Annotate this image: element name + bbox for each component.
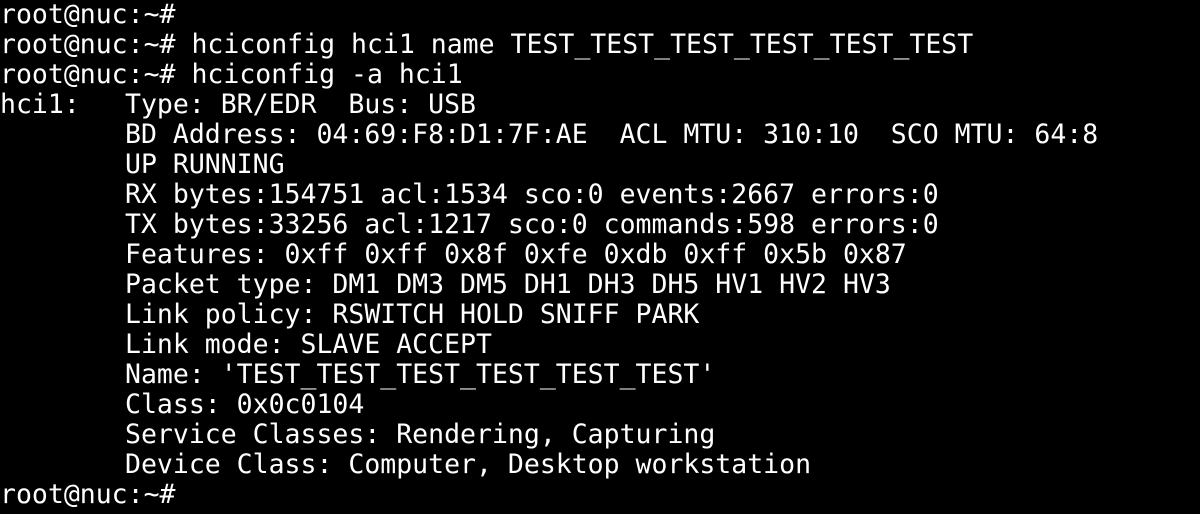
output-text: Packet type: DM1 DM3 DM5 DH1 DH3 DH5 HV1… xyxy=(125,270,891,300)
output-text: Class: 0x0c0104 xyxy=(125,390,365,420)
command-line: root@nuc:~# hciconfig -a hci1 xyxy=(0,60,1200,90)
output-line: Service Classes: Rendering, Capturing xyxy=(0,420,1200,450)
output-line: UP RUNNING xyxy=(0,150,1200,180)
output-line: RX bytes:154751 acl:1534 sco:0 events:26… xyxy=(0,180,1200,210)
command-text: root@nuc:~# hciconfig hci1 name TEST_TES… xyxy=(0,30,974,60)
output-line: Packet type: DM1 DM3 DM5 DH1 DH3 DH5 HV1… xyxy=(0,270,1200,300)
output-text: Link policy: RSWITCH HOLD SNIFF PARK xyxy=(125,300,700,330)
command-line: root@nuc:~# hciconfig hci1 name TEST_TES… xyxy=(0,30,1200,60)
output-line: TX bytes:33256 acl:1217 sco:0 commands:5… xyxy=(0,210,1200,240)
prompt-text: root@nuc:~# xyxy=(0,480,176,510)
prompt-line[interactable]: root@nuc:~# xyxy=(0,480,1200,510)
output-line: hci1: Type: BR/EDR Bus: USB xyxy=(0,90,1200,120)
output-line: Device Class: Computer, Desktop workstat… xyxy=(0,450,1200,480)
output-text: UP RUNNING xyxy=(125,150,285,180)
terminal-window[interactable]: root@nuc:~# root@nuc:~# hciconfig hci1 n… xyxy=(0,0,1200,514)
output-line: BD Address: 04:69:F8:D1:7F:AE ACL MTU: 3… xyxy=(0,120,1200,150)
command-text: root@nuc:~# hciconfig -a hci1 xyxy=(0,60,463,90)
output-line: Features: 0xff 0xff 0x8f 0xfe 0xdb 0xff … xyxy=(0,240,1200,270)
output-line: Link policy: RSWITCH HOLD SNIFF PARK xyxy=(0,300,1200,330)
output-text: Link mode: SLAVE ACCEPT xyxy=(125,330,492,360)
output-text: TX bytes:33256 acl:1217 sco:0 commands:5… xyxy=(125,210,939,240)
text-cursor xyxy=(175,483,191,507)
output-text: RX bytes:154751 acl:1534 sco:0 events:26… xyxy=(125,180,939,210)
output-text: Features: 0xff 0xff 0x8f 0xfe 0xdb 0xff … xyxy=(125,240,907,270)
output-line: Name: 'TEST_TEST_TEST_TEST_TEST_TEST' xyxy=(0,360,1200,390)
prompt-text: root@nuc:~# xyxy=(0,0,176,30)
output-text: Device Class: Computer, Desktop workstat… xyxy=(125,450,812,480)
output-text: Name: 'TEST_TEST_TEST_TEST_TEST_TEST' xyxy=(125,360,716,390)
prompt-line: root@nuc:~# xyxy=(0,0,1200,30)
output-text: Service Classes: Rendering, Capturing xyxy=(125,420,716,450)
output-text: Type: BR/EDR Bus: USB xyxy=(125,90,476,120)
output-text: BD Address: 04:69:F8:D1:7F:AE ACL MTU: 3… xyxy=(125,120,1099,150)
output-line: Link mode: SLAVE ACCEPT xyxy=(0,330,1200,360)
output-line: Class: 0x0c0104 xyxy=(0,390,1200,420)
device-name-label: hci1: xyxy=(0,90,80,120)
